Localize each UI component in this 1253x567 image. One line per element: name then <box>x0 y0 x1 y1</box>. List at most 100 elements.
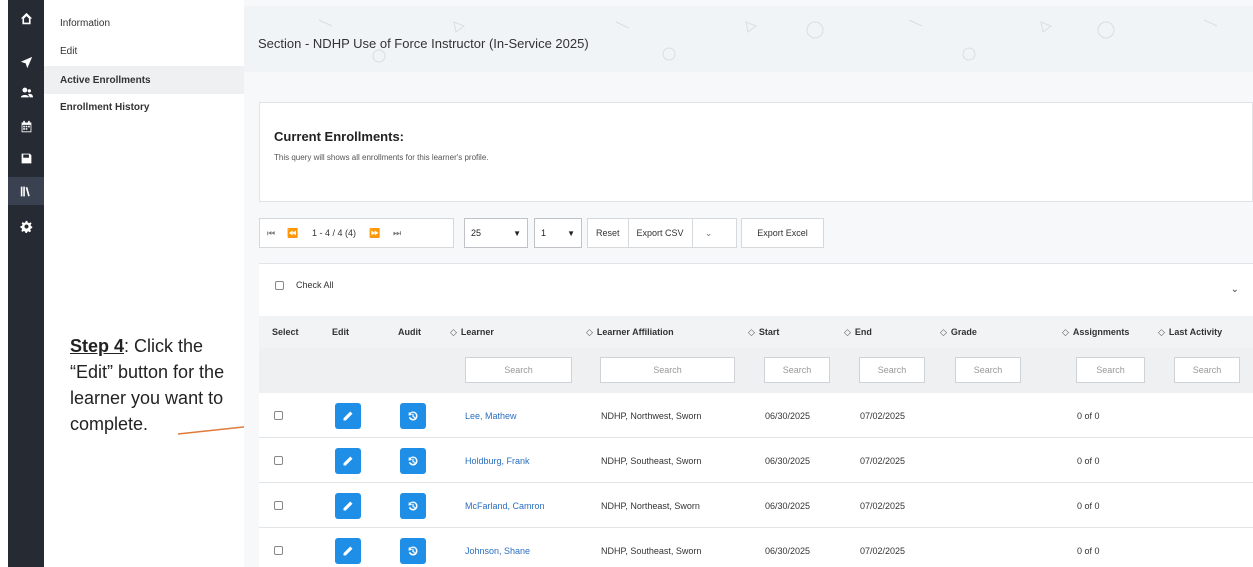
page-info: 1 - 4 / 4 (4) <box>312 228 357 238</box>
row-checkbox[interactable] <box>274 456 283 465</box>
col-learner[interactable]: ◇ Learner <box>450 316 494 348</box>
grade-search-input[interactable]: Search <box>955 357 1021 383</box>
table-row: Lee, Mathew NDHP, Northwest, Sworn 06/30… <box>259 393 1253 438</box>
users-icon[interactable] <box>8 78 44 106</box>
home-icon[interactable] <box>8 4 44 32</box>
export-excel-button[interactable]: Export Excel <box>741 218 824 248</box>
end-date-cell: 07/02/2025 <box>860 410 906 421</box>
edit-button[interactable] <box>335 402 361 429</box>
start-date-cell: 06/30/2025 <box>765 500 811 511</box>
enrollments-table: Check All ⌄ Select Edit Audit ◇ Learner ◇… <box>259 263 1253 567</box>
col-start[interactable]: ◇ Start <box>748 316 779 348</box>
main-content: Section - NDHP Use of Force Instructor (… <box>244 0 1253 567</box>
edit-button[interactable] <box>335 447 361 474</box>
step-annotation: Step 4: Click the “Edit” button for the … <box>70 333 245 437</box>
menu-item-edit[interactable]: Edit <box>44 37 244 65</box>
calendar-icon[interactable] <box>8 112 44 140</box>
export-csv-button[interactable]: Export CSV <box>629 219 692 247</box>
sort-icon: ◇ <box>586 326 593 337</box>
affiliation-cell: NDHP, Southeast, Sworn <box>601 455 702 466</box>
audit-button[interactable] <box>400 447 426 474</box>
page-size-value: 25 <box>471 228 482 238</box>
gear-icon[interactable] <box>8 212 44 240</box>
affiliation-cell: NDHP, Southeast, Sworn <box>601 545 702 556</box>
send-icon[interactable] <box>8 48 44 76</box>
menu-item-information[interactable]: Information <box>44 9 244 37</box>
page-number-value: 1 <box>541 228 547 238</box>
col-assignments[interactable]: ◇ Assignments <box>1062 316 1129 348</box>
assignments-search-input[interactable]: Search <box>1076 357 1145 383</box>
edit-button[interactable] <box>335 492 361 519</box>
col-edit: Edit <box>332 327 349 337</box>
page-size-select[interactable]: 25 ▼ <box>464 218 528 248</box>
learner-link[interactable]: Holdburg, Frank <box>465 438 530 483</box>
library-icon[interactable] <box>8 177 44 205</box>
pager: ⏮ ⏪ 1 - 4 / 4 (4) ⏩ ⏭ <box>259 218 454 248</box>
col-last-activity[interactable]: ◇ Last Activity <box>1158 316 1222 348</box>
audit-button[interactable] <box>400 402 426 429</box>
menu-item-enrollment-history[interactable]: Enrollment History <box>44 93 244 121</box>
sort-icon: ◇ <box>450 326 457 337</box>
export-excel-label: Export Excel <box>757 228 808 238</box>
col-end-label: End <box>854 327 872 337</box>
col-affiliation[interactable]: ◇ Learner Affiliation <box>586 316 674 348</box>
first-page-icon[interactable]: ⏮ <box>260 219 282 247</box>
row-checkbox[interactable] <box>274 411 283 420</box>
col-grade[interactable]: ◇ Grade <box>940 316 977 348</box>
history-icon <box>408 545 418 555</box>
last-activity-search-input[interactable]: Search <box>1174 357 1240 383</box>
sort-icon: ◇ <box>1158 326 1165 337</box>
next-page-icon[interactable]: ⏩ <box>364 219 386 247</box>
audit-button[interactable] <box>400 537 426 564</box>
start-date-cell: 06/30/2025 <box>765 545 811 556</box>
row-checkbox[interactable] <box>274 546 283 555</box>
save-icon[interactable] <box>8 144 44 172</box>
affiliation-search-input[interactable]: Search <box>600 357 735 383</box>
assignments-cell: 0 of 0 <box>1077 500 1100 511</box>
pencil-icon <box>343 546 353 555</box>
audit-button[interactable] <box>400 492 426 519</box>
reset-button[interactable]: Reset <box>588 219 628 247</box>
assignments-cell: 0 of 0 <box>1077 545 1100 556</box>
prev-page-icon[interactable]: ⏪ <box>282 219 304 247</box>
menu-item-active-enrollments[interactable]: Active Enrollments <box>44 66 244 94</box>
step-label: Step 4 <box>70 336 125 356</box>
row-checkbox[interactable] <box>274 501 283 510</box>
page-header: Section - NDHP Use of Force Instructor (… <box>244 6 1253 72</box>
affiliation-cell: NDHP, Northwest, Sworn <box>601 410 702 421</box>
learner-search-input[interactable]: Search <box>465 357 572 383</box>
chevron-down-icon: ▼ <box>567 228 575 238</box>
start-date-cell: 06/30/2025 <box>765 455 811 466</box>
chevron-down-icon: ▼ <box>513 228 521 238</box>
assignments-cell: 0 of 0 <box>1077 455 1100 466</box>
start-date-cell: 06/30/2025 <box>765 410 811 421</box>
table-row: McFarland, Camron NDHP, Northeast, Sworn… <box>259 483 1253 528</box>
sort-icon: ◇ <box>940 326 947 337</box>
page-number-select[interactable]: 1 ▼ <box>534 218 582 248</box>
export-dropdown-icon[interactable]: ⌄ <box>693 219 725 247</box>
enrollments-card: Current Enrollments: This query will sho… <box>259 102 1253 202</box>
sort-icon: ◇ <box>1062 326 1069 337</box>
learner-link[interactable]: Lee, Mathew <box>465 393 517 438</box>
check-all-label: Check All <box>296 280 334 290</box>
learner-link[interactable]: Johnson, Shane <box>465 528 530 567</box>
col-grade-label: Grade <box>950 327 977 337</box>
pencil-icon <box>343 411 353 420</box>
start-search-input[interactable]: Search <box>764 357 830 383</box>
col-end[interactable]: ◇ End <box>844 316 872 348</box>
col-audit: Audit <box>398 327 421 337</box>
assignments-cell: 0 of 0 <box>1077 410 1100 421</box>
learner-link[interactable]: McFarland, Camron <box>465 483 545 528</box>
check-all-checkbox[interactable] <box>275 280 284 290</box>
chevron-down-icon[interactable]: ⌄ <box>1231 284 1239 295</box>
col-affiliation-label: Learner Affiliation <box>596 327 674 337</box>
table-row: Johnson, Shane NDHP, Southeast, Sworn 06… <box>259 528 1253 567</box>
card-subtitle: This query will shows all enrollments fo… <box>274 153 489 162</box>
end-search-input[interactable]: Search <box>859 357 925 383</box>
col-start-label: Start <box>758 327 780 337</box>
history-icon <box>408 410 418 420</box>
last-page-icon[interactable]: ⏭ <box>386 219 408 247</box>
edit-button[interactable] <box>335 537 361 564</box>
col-last-activity-label: Last Activity <box>1168 327 1223 337</box>
check-all[interactable]: Check All <box>275 280 334 290</box>
